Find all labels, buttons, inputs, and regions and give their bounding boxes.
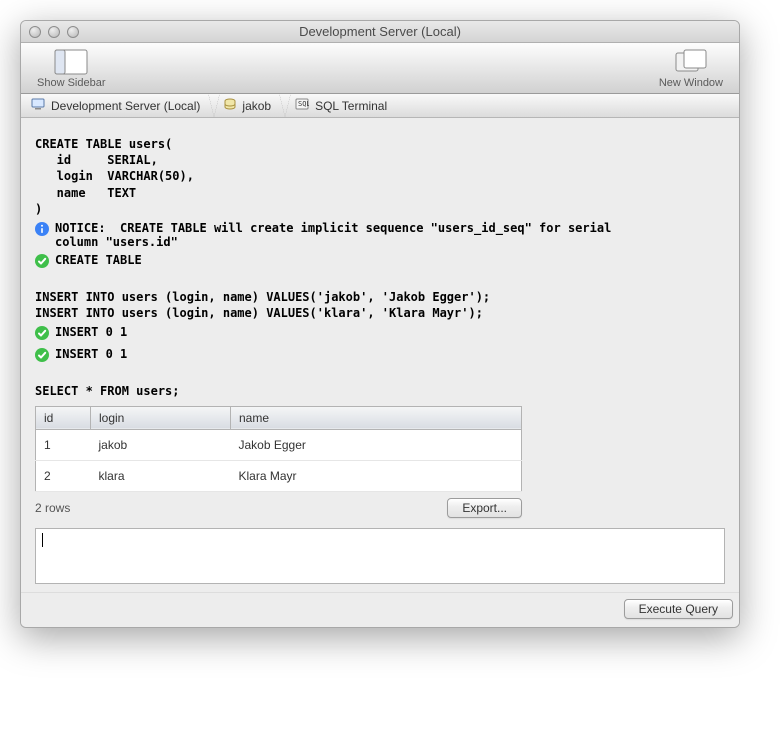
app-window: Development Server (Local) Show Sidebar … <box>20 20 740 628</box>
select-block: SELECT * FROM users; id login name 1 jak… <box>35 383 725 517</box>
breadcrumb-label: jakob <box>242 99 271 113</box>
table-header-row: id login name <box>36 406 522 429</box>
bottom-bar: Execute Query <box>21 592 739 627</box>
table-row[interactable]: 1 jakob Jakob Egger <box>36 429 522 460</box>
check-icon <box>35 325 49 343</box>
col-login[interactable]: login <box>91 406 231 429</box>
new-window-icon <box>674 49 708 75</box>
col-name[interactable]: name <box>231 406 522 429</box>
titlebar: Development Server (Local) <box>21 21 739 43</box>
insert-block: INSERT INTO users (login, name) VALUES('… <box>35 289 725 365</box>
insert-result-1-text: INSERT 0 1 <box>55 325 127 339</box>
window-title: Development Server (Local) <box>21 24 739 39</box>
cell-id: 2 <box>36 460 91 491</box>
notice-line: NOTICE: CREATE TABLE will create implici… <box>35 221 725 249</box>
create-result-line: CREATE TABLE <box>35 253 725 271</box>
check-icon <box>35 347 49 365</box>
result-table: id login name 1 jakob Jakob Egger 2 klar… <box>35 406 522 492</box>
cell-name: Jakob Egger <box>231 429 522 460</box>
query-input[interactable] <box>35 528 725 584</box>
breadcrumb-label: SQL Terminal <box>315 99 387 113</box>
new-window-button[interactable]: New Window <box>653 47 729 91</box>
traffic-lights <box>29 26 79 38</box>
row-count: 2 rows <box>35 501 70 515</box>
notice-text: NOTICE: CREATE TABLE will create implici… <box>55 221 611 249</box>
text-caret <box>42 533 43 547</box>
info-icon <box>35 221 49 239</box>
insert-sql: INSERT INTO users (login, name) VALUES('… <box>35 289 725 321</box>
sidebar-icon <box>54 49 88 75</box>
table-footer: 2 rows Export... <box>35 498 522 518</box>
show-sidebar-label: Show Sidebar <box>37 77 106 89</box>
svg-text:SQL: SQL <box>298 100 309 108</box>
create-table-sql: CREATE TABLE users( id SERIAL, login VAR… <box>35 136 725 217</box>
cell-login: klara <box>91 460 231 491</box>
check-icon <box>35 253 49 271</box>
breadcrumb-terminal[interactable]: SQL SQL Terminal <box>285 94 401 117</box>
show-sidebar-button[interactable]: Show Sidebar <box>31 47 112 91</box>
execute-query-button[interactable]: Execute Query <box>624 599 733 619</box>
export-button[interactable]: Export... <box>447 498 522 518</box>
insert-result-2-line: INSERT 0 1 <box>35 347 725 365</box>
database-icon <box>224 98 236 113</box>
monitor-icon <box>31 98 45 113</box>
breadcrumb-database[interactable]: jakob <box>214 94 285 117</box>
select-sql: SELECT * FROM users; <box>35 383 725 399</box>
toolbar: Show Sidebar New Window <box>21 43 739 94</box>
cell-id: 1 <box>36 429 91 460</box>
col-id[interactable]: id <box>36 406 91 429</box>
breadcrumb-label: Development Server (Local) <box>51 99 200 113</box>
close-dot[interactable] <box>29 26 41 38</box>
create-result-text: CREATE TABLE <box>55 253 142 267</box>
cell-name: Klara Mayr <box>231 460 522 491</box>
new-window-label: New Window <box>659 77 723 89</box>
cell-login: jakob <box>91 429 231 460</box>
minimize-dot[interactable] <box>48 26 60 38</box>
sql-console: CREATE TABLE users( id SERIAL, login VAR… <box>21 118 739 592</box>
breadcrumb-server[interactable]: Development Server (Local) <box>21 94 214 117</box>
insert-result-1-line: INSERT 0 1 <box>35 325 725 343</box>
create-table-block: CREATE TABLE users( id SERIAL, login VAR… <box>35 136 725 271</box>
terminal-icon: SQL <box>295 98 309 113</box>
insert-result-2-text: INSERT 0 1 <box>55 347 127 361</box>
breadcrumb: Development Server (Local) jakob SQL SQL… <box>21 94 739 118</box>
zoom-dot[interactable] <box>67 26 79 38</box>
table-row[interactable]: 2 klara Klara Mayr <box>36 460 522 491</box>
